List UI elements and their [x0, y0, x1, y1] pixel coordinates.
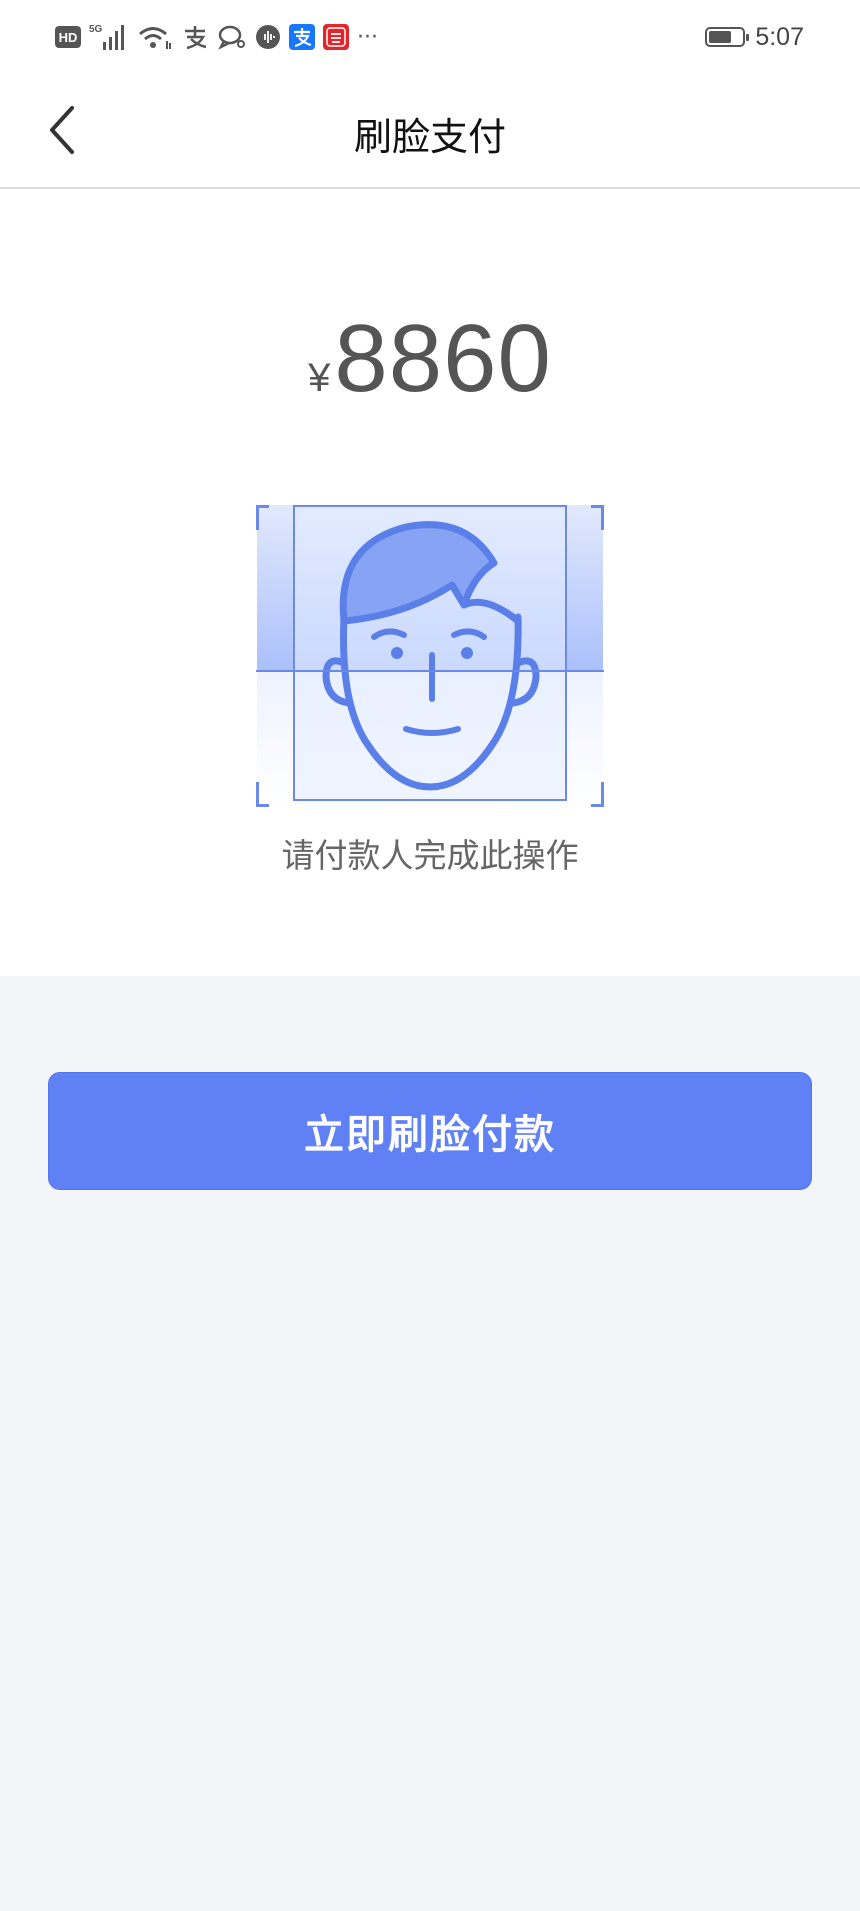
instruction-text: 请付款人完成此操作: [281, 837, 579, 874]
hd-icon: HD: [55, 26, 81, 48]
status-time: 5:07: [755, 22, 804, 51]
face-icon: [256, 521, 604, 791]
more-icon: ···: [357, 24, 378, 50]
chat-icon: [217, 23, 247, 51]
network-type-label: 5G: [89, 24, 103, 35]
alipay-app-icon: [289, 24, 315, 50]
status-icons-right: 5:07: [705, 20, 804, 54]
alipay-outline-icon: [181, 23, 209, 51]
battery-icon: [705, 27, 750, 47]
taobao-app-icon: [323, 24, 349, 50]
status-icons-left: HD 5G ···: [55, 20, 378, 54]
battery-level: [709, 31, 732, 43]
amount-value: 8860: [334, 305, 552, 412]
payment-panel: ¥8860 请付款人完成此操作: [0, 189, 860, 976]
wifi-icon: [137, 23, 173, 51]
pay-now-button-label: 立即刷脸付款: [304, 1113, 556, 1157]
currency-symbol: ¥: [308, 356, 331, 400]
face-scan-illustration: [256, 505, 604, 811]
pay-now-button[interactable]: 立即刷脸付款: [48, 1072, 812, 1190]
page-title: 刷脸支付: [353, 117, 506, 159]
status-bar: HD 5G ··· 5:07: [0, 0, 860, 74]
voice-icon: [255, 24, 281, 50]
signal-icon: 5G: [89, 22, 129, 52]
nav-bar: 刷脸支付: [0, 74, 860, 189]
payment-amount: ¥8860: [0, 304, 860, 414]
